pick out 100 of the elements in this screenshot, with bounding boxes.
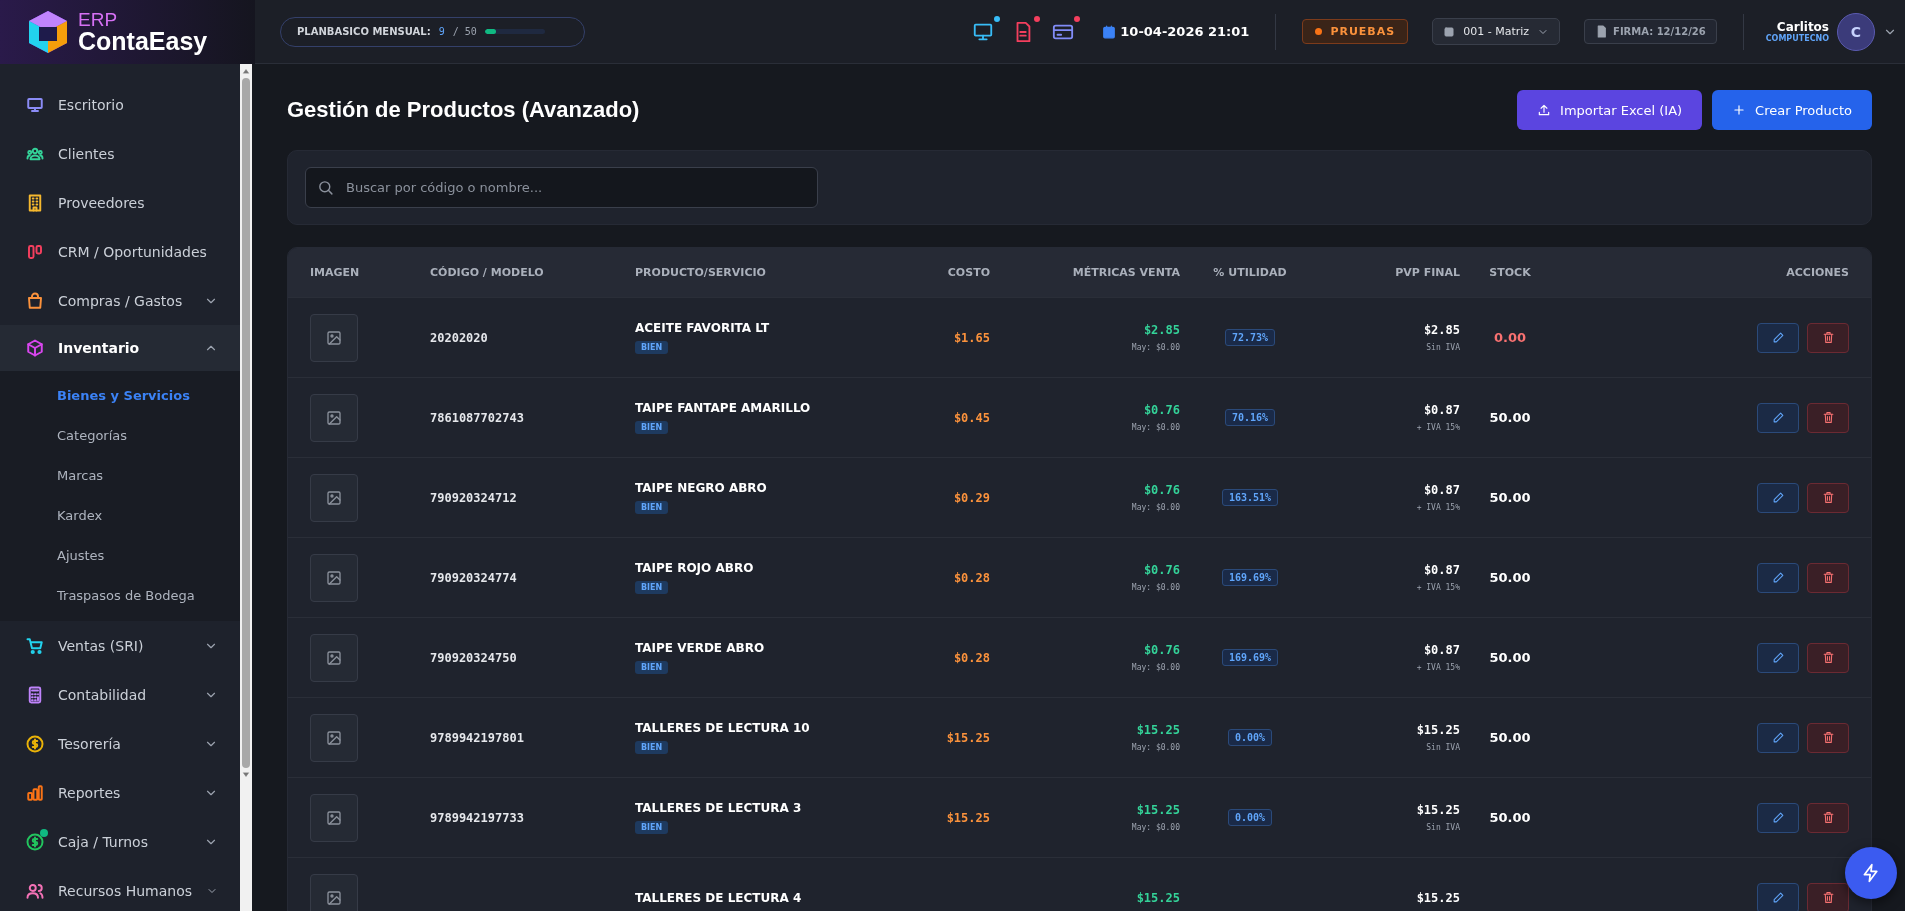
column-header: COSTO <box>946 266 990 279</box>
margin-tag: 0.00% <box>1227 729 1273 746</box>
calendar-icon <box>1102 24 1117 39</box>
sidebar-item[interactable]: Proveedores <box>0 178 240 227</box>
edit-button[interactable] <box>1757 482 1799 513</box>
sidebar-item[interactable]: Recursos Humanos <box>0 866 240 911</box>
edit-button[interactable] <box>1757 322 1799 353</box>
wholesale-price: May: $0.00 <box>1131 503 1180 512</box>
product-name: ACEITE FAVORITA LT <box>635 321 770 335</box>
column-header: PRODUCTO/SERVICIO <box>635 266 767 279</box>
column-header: % UTILIDAD <box>1212 266 1288 279</box>
final-price: $2.85 <box>1423 323 1460 337</box>
edit-icon <box>1771 891 1785 904</box>
sidebar-item[interactable]: Contabilidad <box>0 670 240 719</box>
import-button[interactable]: Importar Excel (IA) <box>1517 90 1703 130</box>
column-header: IMAGEN <box>310 266 361 279</box>
environment-badge: PRUEBAS <box>1302 19 1409 44</box>
trash-icon <box>1821 331 1835 344</box>
margin-tag: 169.69% <box>1221 649 1279 666</box>
product-code: 20202020 <box>430 330 488 345</box>
scroll-down-icon <box>242 772 250 778</box>
final-price: $0.87 <box>1423 483 1460 497</box>
delete-button[interactable] <box>1807 722 1849 753</box>
plan-used: 9 <box>438 26 445 37</box>
submenu-item[interactable]: Bienes y Servicios <box>0 375 240 415</box>
delete-button[interactable] <box>1807 562 1849 593</box>
column-header: MÉTRICAS VENTA <box>1071 266 1180 279</box>
product-name: TAIPE FANTAPE AMARILLO <box>635 401 811 415</box>
sidebar-item[interactable]: Tesorería <box>0 719 240 768</box>
edit-button[interactable] <box>1757 882 1799 911</box>
edit-button[interactable] <box>1757 402 1799 433</box>
edit-icon <box>1771 571 1785 584</box>
sidebar-item[interactable]: CRM / Oportunidades <box>0 227 240 276</box>
edit-button[interactable] <box>1757 722 1799 753</box>
margin-tag: 0.00% <box>1227 809 1273 826</box>
trash-icon <box>1821 891 1835 904</box>
delete-button[interactable] <box>1807 482 1849 513</box>
type-tag: BIEN <box>635 821 669 834</box>
submenu-item[interactable]: Traspasos de Bodega <box>0 575 240 615</box>
sidebar-item[interactable]: Inventario <box>0 325 240 371</box>
notification-dot <box>1034 15 1041 22</box>
cost-value: $0.28 <box>953 650 990 665</box>
product-name: TAIPE NEGRO ABRO <box>635 481 767 495</box>
page-title: Gestión de Productos (Avanzado) <box>287 97 640 123</box>
user-avatar[interactable]: C <box>1837 12 1875 51</box>
submenu-item[interactable]: Kardex <box>0 495 240 535</box>
edit-icon <box>1771 651 1785 664</box>
submenu-item[interactable]: Marcas <box>0 455 240 495</box>
create-button[interactable]: Crear Producto <box>1712 90 1872 130</box>
product-code: 9789942197801 <box>430 730 524 745</box>
branch-select[interactable]: 001 - Matriz <box>1432 18 1561 45</box>
delete-button[interactable] <box>1807 402 1849 433</box>
sidebar-item[interactable]: Ventas (SRI) <box>0 621 240 670</box>
margin-tag: 72.73% <box>1224 329 1276 346</box>
trash-icon <box>1821 811 1835 824</box>
product-code: 790920324750 <box>430 650 517 665</box>
edit-icon <box>1771 731 1785 744</box>
edit-icon <box>1771 811 1785 824</box>
logo-subtitle: ERP <box>78 9 119 29</box>
type-tag: BIEN <box>635 501 669 514</box>
logo-name: ContaEasy <box>78 28 208 54</box>
wholesale-price: May: $0.00 <box>1131 823 1180 832</box>
scrollbar-thumb[interactable] <box>242 78 250 768</box>
edit-button[interactable] <box>1757 802 1799 833</box>
delete-button[interactable] <box>1807 882 1849 911</box>
sidebar-item[interactable]: Escritorio <box>0 80 240 129</box>
final-price: $15.25 <box>1416 723 1460 737</box>
edit-button[interactable] <box>1757 642 1799 673</box>
notification-dot <box>1074 15 1081 22</box>
type-tag: BIEN <box>635 421 669 434</box>
delete-button[interactable] <box>1807 802 1849 833</box>
plan-label: PLANBASICO MENSUAL: <box>297 26 431 37</box>
submenu-item[interactable]: Categorías <box>0 415 240 455</box>
search-field[interactable]: Buscar por código o nombre... <box>305 167 818 208</box>
wholesale-price: May: $0.00 <box>1131 663 1180 672</box>
cost-value: $0.45 <box>953 410 990 425</box>
image-icon <box>326 889 342 906</box>
stock-value: 50.00 <box>1489 730 1531 745</box>
sidebar-item[interactable]: Caja / Turnos <box>0 817 240 866</box>
date-time: 10-04-2026 21:01 <box>1120 24 1250 39</box>
sidebar-item[interactable]: Compras / Gastos <box>0 276 240 325</box>
notification-dot <box>994 15 1001 22</box>
type-tag: BIEN <box>635 341 669 354</box>
quick-action-button[interactable] <box>1845 847 1897 899</box>
signature-badge: FIRMA: 12/12/26 <box>1584 19 1717 44</box>
search-icon <box>317 179 334 196</box>
sidebar-item[interactable]: Clientes <box>0 129 240 178</box>
wholesale-price: May: $0.00 <box>1131 343 1180 352</box>
sidebar-item[interactable]: Reportes <box>0 768 240 817</box>
wholesale-price: May: $0.00 <box>1131 743 1180 752</box>
submenu-item[interactable]: Ajustes <box>0 535 240 575</box>
delete-button[interactable] <box>1807 642 1849 673</box>
edit-button[interactable] <box>1757 562 1799 593</box>
delete-button[interactable] <box>1807 322 1849 353</box>
stock-value: 0.00 <box>1493 330 1527 345</box>
upload-icon <box>1537 103 1552 117</box>
stock-value: 50.00 <box>1489 490 1531 505</box>
store-icon <box>1443 25 1456 38</box>
tax-note: Sin IVA <box>1426 823 1460 832</box>
trash-icon <box>1821 571 1835 584</box>
